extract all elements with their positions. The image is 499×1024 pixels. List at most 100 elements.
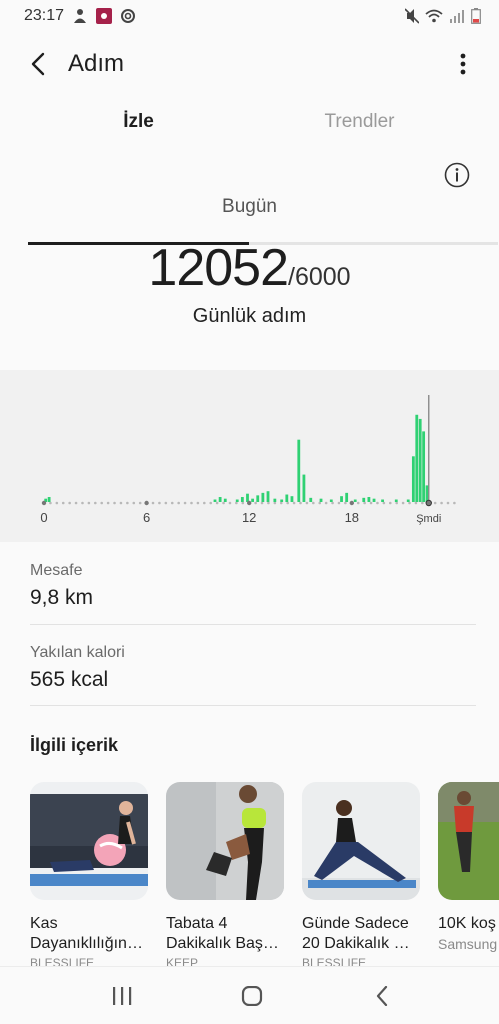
card-title: Tabata 4: [166, 915, 228, 932]
calories-value: 565 kcal: [30, 668, 109, 691]
recent-apps-button[interactable]: [106, 981, 138, 1011]
x-tick-label: 0: [40, 510, 47, 525]
chart-bar: [218, 497, 222, 502]
baseline-dot: [254, 501, 257, 505]
system-nav-bar: [0, 966, 499, 1024]
baseline-dot: [337, 501, 341, 505]
period-label: Bugün: [222, 196, 277, 217]
baseline-dot: [235, 501, 238, 505]
workout-image: [166, 782, 284, 900]
baseline-dot: [132, 501, 136, 505]
baseline-dot: [215, 501, 219, 505]
chart-bar: [362, 497, 366, 502]
baseline-dot: [158, 501, 161, 505]
tab-bar: İzle Trendler: [28, 100, 498, 245]
baseline-dot: [228, 501, 232, 505]
chart-bar: [319, 498, 323, 502]
card-title: Kas: [30, 915, 58, 932]
card-thumbnail: [30, 782, 148, 900]
baseline-dot: [241, 501, 245, 505]
baseline-dot: [433, 501, 437, 505]
more-options-button[interactable]: [451, 50, 475, 78]
baseline-dot: [87, 501, 91, 505]
baseline-dot: [100, 501, 104, 505]
more-vert-icon: [460, 53, 466, 75]
baseline-dot: [55, 501, 59, 505]
chart-bar: [235, 499, 239, 502]
baseline-dot: [401, 501, 405, 505]
baseline-dot: [376, 501, 379, 505]
chart-bar: [302, 474, 306, 502]
chart-bar: [422, 431, 426, 502]
chart-bar: [411, 456, 415, 502]
baseline-dot: [49, 501, 52, 505]
card-thumbnail: [438, 782, 499, 900]
related-card[interactable]: Tabata 4 Dakikalık Baş… KEEP: [166, 782, 284, 970]
baseline-dot: [209, 501, 213, 505]
baseline-dot: [356, 501, 360, 505]
tab-izle[interactable]: İzle: [28, 100, 249, 146]
baseline-dot: [183, 501, 187, 505]
wifi-icon: [425, 9, 443, 23]
related-cards: Kas Dayanıklılığın… BLESSLIFE Tabata 4 D…: [0, 782, 499, 972]
card-title-line2: 20 Dakikalık …: [302, 935, 410, 952]
baseline-dot: [421, 501, 424, 505]
tick-dot: [247, 500, 252, 506]
chart-bar: [309, 497, 313, 502]
chart-bar: [213, 499, 217, 502]
baseline-dot: [61, 501, 65, 505]
baseline-dot: [222, 501, 225, 505]
baseline-dot: [286, 501, 289, 505]
baseline-dot: [126, 501, 129, 505]
baseline-dot: [292, 501, 296, 505]
baseline-dot: [279, 501, 283, 505]
home-button[interactable]: [236, 981, 268, 1011]
baseline-dot: [267, 501, 270, 505]
x-tick-label: 12: [242, 510, 256, 525]
chart-bar: [418, 418, 422, 502]
steps-chart[interactable]: 0 6 12 18 Şmdi: [0, 370, 499, 542]
battery-icon: [471, 8, 481, 24]
chart-bar: [280, 499, 284, 502]
x-tick-label: Şmdi: [416, 513, 441, 525]
card-title: Günde Sadece: [302, 915, 409, 932]
baseline-dot: [273, 501, 277, 505]
info-icon[interactable]: [444, 162, 470, 188]
divider: [30, 624, 476, 625]
related-card[interactable]: 10K koş Samsung: [438, 782, 499, 952]
tick-dot: [426, 500, 431, 506]
sync-icon: [121, 9, 136, 23]
x-tick-label: 6: [143, 510, 150, 525]
related-content-title: İlgili içerik: [30, 735, 119, 755]
baseline-dot: [164, 501, 168, 505]
baseline-dot: [68, 501, 71, 505]
tick-dot: [349, 500, 354, 506]
tab-trendler[interactable]: Trendler: [249, 100, 470, 146]
baseline-dot: [196, 501, 200, 505]
steps-count: 12052: [148, 239, 289, 297]
baseline-dot: [151, 501, 155, 505]
chart-bar: [251, 498, 255, 502]
chart-bar: [285, 494, 289, 502]
chart-bar: [425, 485, 429, 502]
recent-apps-icon: [113, 987, 132, 1005]
baseline-dot: [331, 501, 334, 505]
chart-bar: [353, 499, 357, 502]
chart-bar: [381, 499, 384, 502]
steps-goal: /6000: [288, 263, 351, 291]
baseline-dot: [388, 501, 392, 505]
back-icon: [376, 986, 388, 1006]
baseline-dot: [119, 501, 123, 505]
related-card[interactable]: Günde Sadece 20 Dakikalık … BLESSLIFE: [302, 782, 420, 970]
chart-bar: [273, 498, 277, 502]
card-title-line2: Dayanıklılığın…: [30, 935, 143, 952]
baseline-dot: [190, 501, 193, 505]
related-card[interactable]: Kas Dayanıklılığın… BLESSLIFE: [30, 782, 148, 970]
nav-back-button[interactable]: [366, 981, 398, 1011]
home-icon: [241, 986, 263, 1006]
back-button[interactable]: [22, 48, 54, 80]
steps-summary: 12052/6000: [0, 238, 499, 298]
card-title: 10K koş: [438, 915, 496, 932]
app-notification-icon: [96, 8, 113, 24]
baseline-dot: [299, 501, 302, 505]
